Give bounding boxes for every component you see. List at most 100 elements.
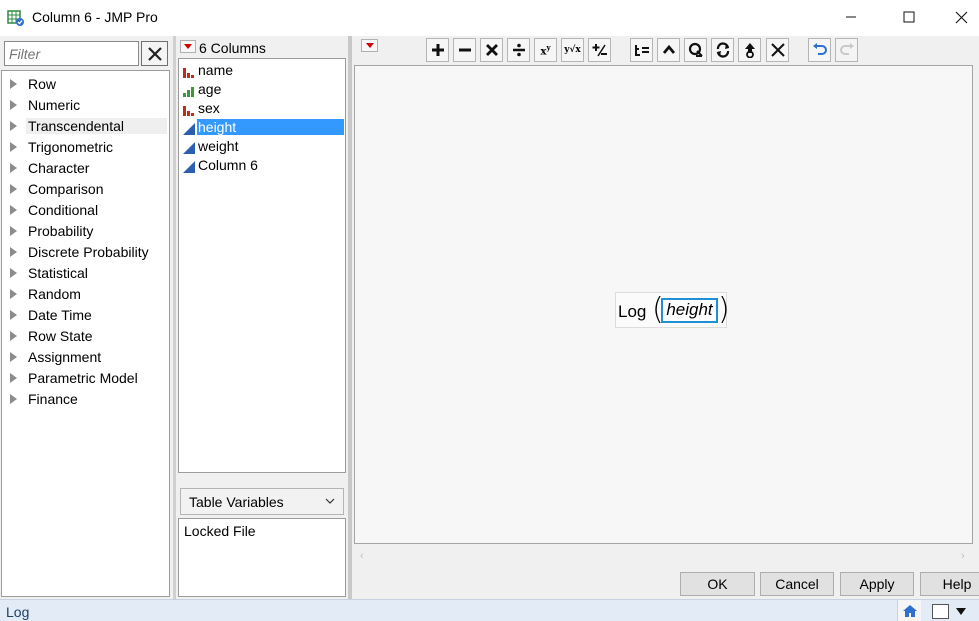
- apply-button[interactable]: Apply: [840, 572, 914, 596]
- function-category-item[interactable]: Trigonometric: [2, 137, 169, 158]
- column-list-item[interactable]: age: [179, 80, 345, 99]
- cancel-button[interactable]: Cancel: [760, 572, 834, 596]
- formula-function-name[interactable]: Log: [618, 302, 646, 322]
- function-category-item[interactable]: Discrete Probability: [2, 242, 169, 263]
- expand-arrow-icon[interactable]: [10, 205, 17, 215]
- function-category-item[interactable]: Parametric Model: [2, 368, 169, 389]
- list-item[interactable]: Locked File: [184, 523, 340, 539]
- column-name: name: [198, 62, 234, 78]
- expand-arrow-icon[interactable]: [10, 394, 17, 404]
- column-name: Column 6: [198, 157, 258, 173]
- assign-button[interactable]: [630, 38, 653, 62]
- scroll-left-icon[interactable]: ‹: [360, 550, 364, 562]
- status-bar: Log: [0, 599, 979, 621]
- maximize-button[interactable]: [886, 0, 932, 34]
- raise-button[interactable]: [738, 38, 761, 62]
- minimize-button[interactable]: [828, 0, 874, 34]
- function-category-item[interactable]: Comparison: [2, 179, 169, 200]
- ok-button[interactable]: OK: [680, 572, 755, 596]
- divide-icon: [512, 43, 525, 57]
- subtract-button[interactable]: [453, 38, 476, 62]
- home-icon: [902, 604, 917, 617]
- multiply-button[interactable]: [480, 38, 503, 62]
- column-list-item[interactable]: sex: [179, 99, 345, 118]
- swap-button[interactable]: [711, 38, 734, 62]
- expand-arrow-icon[interactable]: [10, 310, 17, 320]
- expand-arrow-icon[interactable]: [10, 289, 17, 299]
- window-title: Column 6 - JMP Pro: [32, 9, 158, 25]
- expand-arrow-icon[interactable]: [10, 184, 17, 194]
- minimize-icon: [846, 16, 856, 18]
- formula-expression[interactable]: Log ( height ): [615, 292, 730, 328]
- swap-icon: [716, 42, 729, 58]
- scroll-right-icon[interactable]: ›: [961, 550, 965, 562]
- expand-arrow-icon[interactable]: [10, 79, 17, 89]
- panel-splitter[interactable]: [173, 36, 176, 599]
- window-list-box[interactable]: [932, 604, 949, 619]
- function-category-item[interactable]: Numeric: [2, 95, 169, 116]
- help-button[interactable]: Help: [920, 572, 979, 596]
- negate-button[interactable]: [588, 38, 611, 62]
- power-button[interactable]: xy: [534, 38, 557, 62]
- root-button[interactable]: y√x: [561, 38, 584, 62]
- column-list-item[interactable]: name: [179, 61, 345, 80]
- continuous-column-icon: [183, 141, 195, 154]
- function-filter-input[interactable]: [4, 41, 139, 66]
- function-category-label: Date Time: [28, 307, 92, 323]
- expand-arrow-icon[interactable]: [10, 100, 17, 110]
- function-category-item[interactable]: Row: [2, 74, 169, 95]
- expand-arrow-icon[interactable]: [10, 373, 17, 383]
- minus-icon: [458, 48, 471, 52]
- expand-arrow-icon[interactable]: [10, 163, 17, 173]
- delete-term-button[interactable]: [766, 38, 789, 62]
- column-list-item[interactable]: Column 6: [179, 156, 345, 175]
- multiply-icon: [485, 44, 498, 56]
- function-category-item[interactable]: Character: [2, 158, 169, 179]
- table-variables-label: Table Variables: [189, 494, 284, 510]
- peel-button[interactable]: [657, 38, 680, 62]
- column-list-item[interactable]: height: [179, 118, 345, 137]
- home-window-button[interactable]: [897, 600, 921, 621]
- panel-splitter[interactable]: [348, 36, 352, 599]
- expand-arrow-icon[interactable]: [10, 226, 17, 236]
- close-window-button[interactable]: [944, 0, 979, 34]
- window-list-dropdown-icon[interactable]: [956, 608, 966, 615]
- expand-arrow-icon[interactable]: [10, 142, 17, 152]
- function-category-item[interactable]: Conditional: [2, 200, 169, 221]
- function-category-item[interactable]: Probability: [2, 221, 169, 242]
- function-category-item[interactable]: Finance: [2, 389, 169, 410]
- horizontal-scrollbar[interactable]: ‹ ›: [354, 548, 973, 565]
- unthread-button[interactable]: [684, 38, 707, 62]
- formula-menu-button[interactable]: [361, 39, 378, 52]
- function-category-label: Statistical: [28, 265, 88, 281]
- function-category-item[interactable]: Assignment: [2, 347, 169, 368]
- function-category-item[interactable]: Transcendental: [2, 116, 169, 137]
- function-category-label: Character: [28, 160, 90, 176]
- function-category-item[interactable]: Statistical: [2, 263, 169, 284]
- formula-argument[interactable]: height: [661, 298, 718, 323]
- jmp-app-icon: [7, 10, 24, 26]
- expand-arrow-icon[interactable]: [10, 352, 17, 362]
- column-name: height: [197, 119, 344, 135]
- function-category-item[interactable]: Random: [2, 284, 169, 305]
- add-button[interactable]: [426, 38, 449, 62]
- expand-arrow-icon[interactable]: [10, 247, 17, 257]
- column-name: sex: [198, 100, 220, 116]
- redo-button[interactable]: [835, 38, 858, 62]
- redo-icon: [839, 43, 854, 55]
- column-list-item[interactable]: weight: [179, 137, 345, 156]
- columns-menu-button[interactable]: [180, 40, 196, 53]
- function-category-label: Comparison: [28, 181, 104, 197]
- undo-button[interactable]: [808, 38, 831, 62]
- table-variables-dropdown[interactable]: Table Variables: [180, 488, 344, 515]
- assign-icon: [634, 45, 649, 56]
- plus-icon: [431, 44, 444, 56]
- function-category-item[interactable]: Date Time: [2, 305, 169, 326]
- clear-filter-button[interactable]: [141, 41, 168, 66]
- expand-arrow-icon[interactable]: [10, 331, 17, 341]
- divide-button[interactable]: [507, 38, 530, 62]
- function-category-item[interactable]: Row State: [2, 326, 169, 347]
- expand-arrow-icon[interactable]: [10, 121, 17, 131]
- table-variables-list: Locked File: [178, 518, 346, 597]
- expand-arrow-icon[interactable]: [10, 268, 17, 278]
